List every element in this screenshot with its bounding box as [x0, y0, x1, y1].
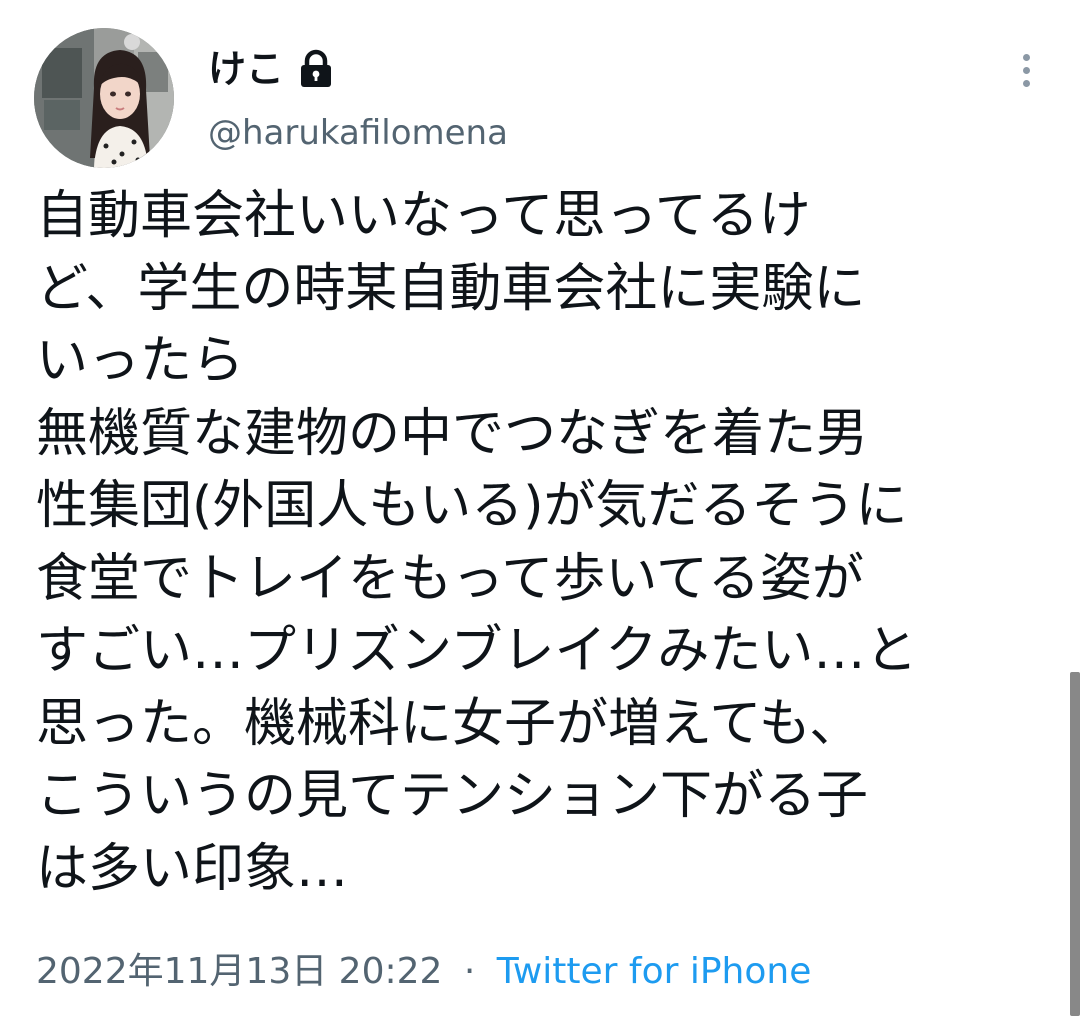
- profile-photo: [34, 28, 174, 168]
- display-name-text: けこ: [208, 47, 285, 91]
- scrollbar-thumb[interactable]: [1070, 672, 1080, 1016]
- meta-separator: ·: [463, 951, 476, 992]
- more-options-button[interactable]: [1006, 50, 1046, 90]
- display-name[interactable]: けこ: [208, 46, 334, 92]
- user-handle[interactable]: @harukafilomena: [208, 112, 508, 154]
- more-vertical-icon: [1022, 53, 1030, 61]
- tweet-source-link[interactable]: Twitter for iPhone: [497, 951, 812, 992]
- tweet-timestamp[interactable]: 2022年11月13日 20:22: [36, 951, 442, 992]
- avatar[interactable]: [34, 28, 174, 168]
- tweet-metadata: 2022年11月13日 20:22 · Twitter for iPhone: [36, 948, 811, 996]
- lock-icon: [298, 49, 334, 89]
- tweet-detail: けこ @harukafilomena 自動車会社いいなって思ってるけ ど、学生の…: [0, 0, 1080, 1016]
- tweet-text: 自動車会社いいなって思ってるけ ど、学生の時某自動車会社に実験に いったら 無機…: [36, 186, 918, 899]
